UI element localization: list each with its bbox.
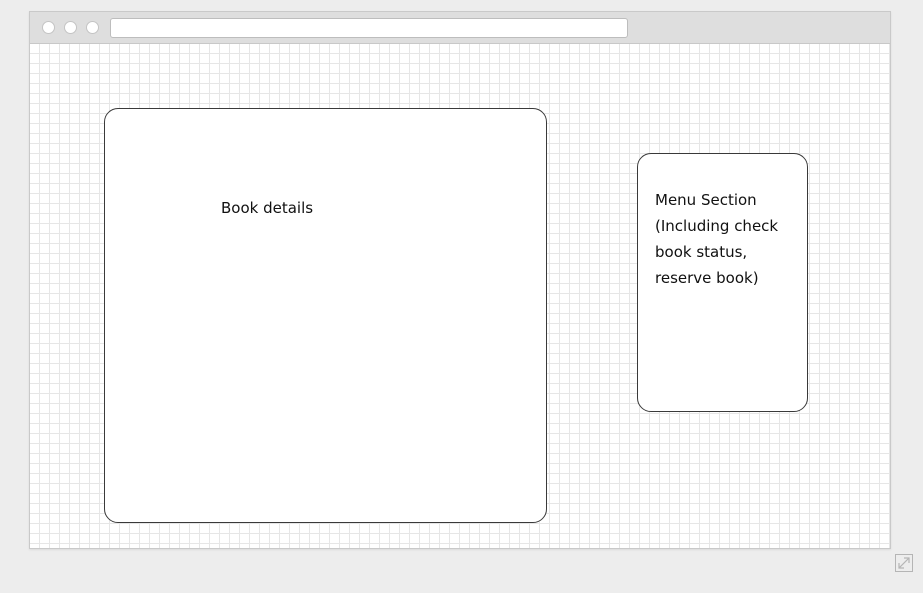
window-close-dot[interactable]	[42, 21, 55, 34]
menu-section-line: Menu Section	[655, 191, 757, 209]
menu-section-label: Menu Section (Including check book statu…	[655, 187, 800, 291]
window-minimize-dot[interactable]	[64, 21, 77, 34]
menu-section-line: book status,	[655, 243, 748, 261]
expand-icon[interactable]	[895, 554, 913, 572]
book-details-panel: Book details	[104, 108, 547, 523]
address-bar[interactable]	[110, 18, 628, 38]
book-details-label: Book details	[221, 199, 314, 217]
menu-section-line: reserve book)	[655, 269, 759, 287]
menu-section-line: (Including check	[655, 217, 779, 235]
wireframe-canvas: Book details Menu Section (Including che…	[30, 44, 890, 548]
menu-section-panel: Menu Section (Including check book statu…	[637, 153, 808, 412]
browser-window: Book details Menu Section (Including che…	[29, 11, 891, 549]
window-maximize-dot[interactable]	[86, 21, 99, 34]
window-titlebar	[30, 12, 890, 44]
